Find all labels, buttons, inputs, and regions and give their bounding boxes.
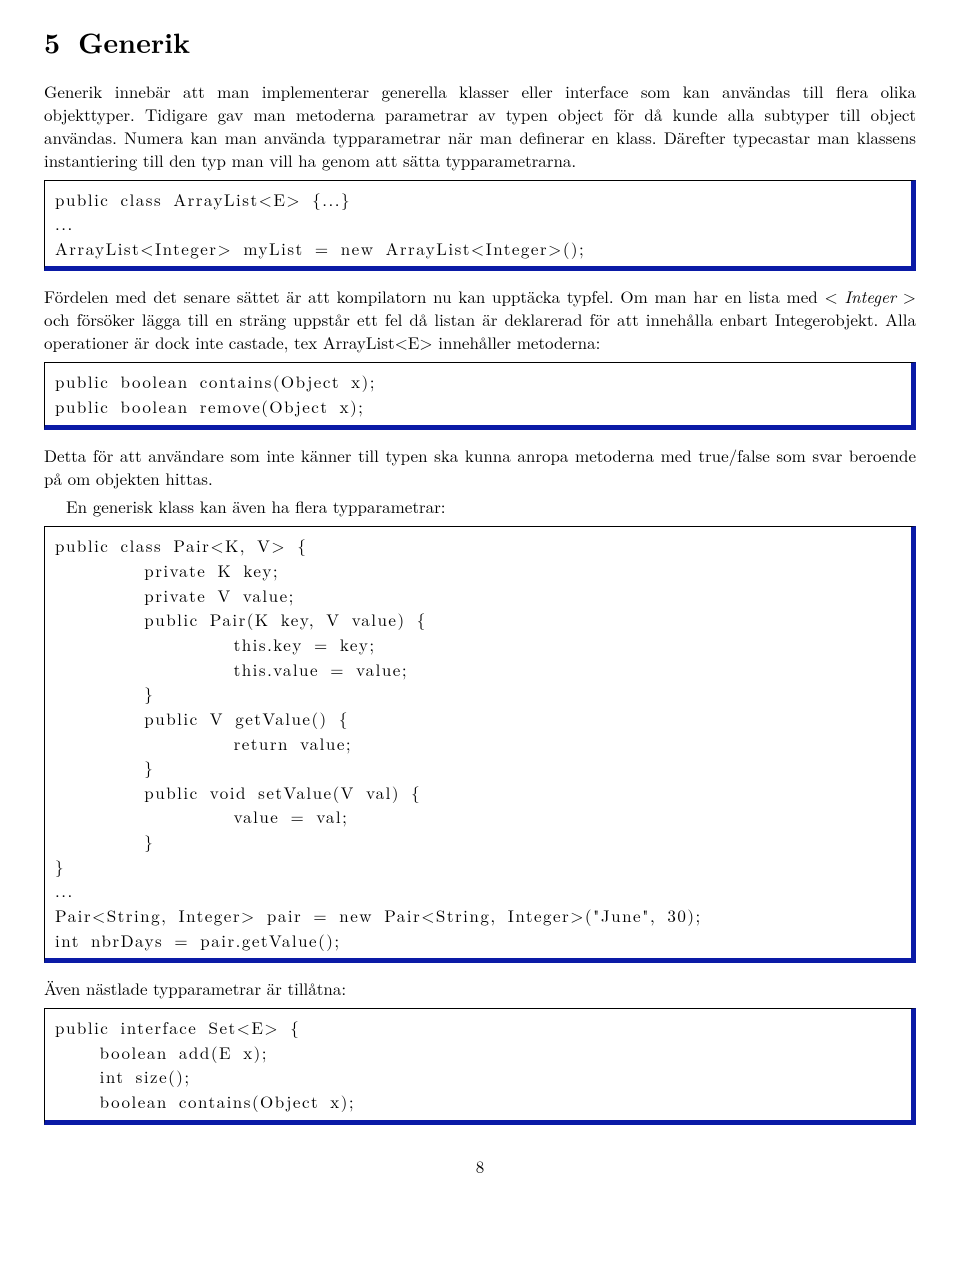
section-title: Generik (78, 22, 190, 62)
paragraph-multiple-params: En generisk klass kan även ha flera typp… (44, 495, 916, 518)
paragraph-nested: Även nästlade typparametrar är tillåtna: (44, 977, 916, 1000)
code-block-set: public interface Set<E> { boolean add(E … (44, 1008, 916, 1125)
page-number: 8 (44, 1155, 916, 1178)
paragraph-explanation: Detta för att användare som inte känner … (44, 444, 916, 490)
para2-ital: Integer (844, 284, 896, 308)
paragraph-intro: Generik innebär att man implementerar ge… (44, 80, 916, 172)
code-block-methods: public boolean contains(Object x); publi… (44, 362, 916, 429)
code-block-arraylist: public class ArrayList<E> {...} ... Arra… (44, 180, 916, 272)
section-heading: 5 Generik (44, 24, 916, 62)
paragraph-advantage: Fördelen med det senare sättet är att ko… (44, 285, 916, 354)
code-block-pair: public class Pair<K, V> { private K key;… (44, 526, 916, 963)
section-number: 5 (44, 22, 60, 62)
para2-a: Fördelen med det senare sättet är att ko… (44, 284, 844, 308)
